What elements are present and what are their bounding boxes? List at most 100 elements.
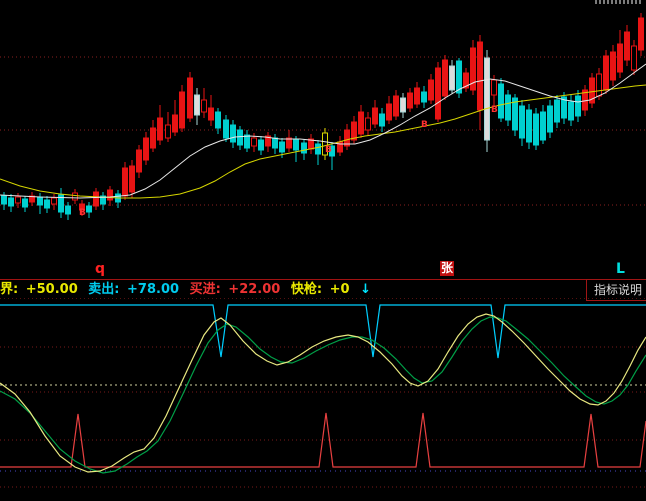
candle-body — [238, 130, 243, 145]
candle-body — [52, 198, 57, 204]
candle-body — [94, 192, 99, 206]
candle-body — [144, 138, 149, 160]
candle-body — [45, 200, 50, 208]
param-value: +78.00 — [127, 282, 179, 297]
candle-body — [394, 96, 399, 116]
candle-body — [66, 206, 71, 214]
param-label: 界: — [0, 282, 18, 297]
candle-body — [618, 44, 623, 72]
candle-body — [443, 60, 448, 96]
candle-body — [597, 74, 602, 96]
candle-body — [604, 56, 609, 90]
candle-body — [506, 95, 511, 120]
buy-signal-marker: B — [491, 105, 498, 115]
indicator-param-mid: 界: +50.00 — [0, 282, 81, 297]
candle-body — [294, 140, 299, 150]
candle-body — [352, 122, 357, 140]
candle-body — [359, 112, 364, 134]
candle-body — [158, 118, 163, 140]
indicator-chart[interactable] — [0, 298, 646, 501]
trading-terminal-window: B B B B q 张 L 界: +50.00 卖出: +78.00 买进: +22.… — [0, 0, 646, 501]
indicator-param-sell: 卖出: +78.00 — [88, 282, 182, 297]
candle-body — [188, 78, 193, 118]
param-value: +0 — [330, 282, 350, 297]
candle-body — [387, 104, 392, 120]
param-value: +50.00 — [26, 282, 78, 297]
candle-body — [569, 102, 574, 120]
candle-body — [224, 120, 229, 138]
candle-body — [485, 58, 490, 140]
candle-body — [23, 199, 28, 207]
candle-body — [38, 197, 43, 205]
candle-body — [450, 66, 455, 90]
fast-indicator-line — [0, 314, 646, 472]
axis-marker-q: q — [95, 262, 105, 277]
param-label: 快枪: — [291, 282, 322, 297]
candle-body — [373, 108, 378, 124]
candle-body — [231, 125, 236, 142]
candle-body — [436, 68, 441, 119]
candle-body — [534, 114, 539, 145]
candlestick-chart[interactable]: B B B B — [0, 0, 646, 250]
candle-body — [259, 140, 264, 150]
candle-body — [173, 115, 178, 132]
candle-body — [16, 197, 21, 203]
candle-body — [366, 118, 371, 130]
candle-body — [478, 42, 483, 110]
candle-body — [499, 84, 504, 118]
candle-body — [527, 110, 532, 142]
truncated-corner-text — [595, 0, 641, 4]
indicator-param-buy: 买进: +22.00 — [190, 282, 284, 297]
candle-body — [422, 92, 427, 102]
candle-body — [415, 88, 420, 104]
candle-body — [180, 92, 185, 128]
candle-body — [195, 95, 200, 115]
panel-separator-line — [0, 279, 646, 280]
candle-body — [401, 98, 406, 112]
candle-body — [541, 112, 546, 140]
buy-signal-marker: B — [421, 120, 428, 130]
candle-body — [130, 166, 135, 192]
candle-body — [316, 144, 321, 154]
candle-body — [280, 142, 285, 152]
candle-body — [209, 108, 214, 120]
candle-body — [273, 138, 278, 148]
candle-body — [9, 198, 14, 206]
candle-body — [216, 112, 221, 128]
indicator-header: 界: +50.00 卖出: +78.00 买进: +22.00 快枪: +0 ↓ — [0, 281, 584, 298]
axis-marker-zhang: 张 — [440, 261, 454, 276]
candle-body — [555, 100, 560, 122]
param-label: 卖出: — [88, 282, 119, 297]
candle-body — [108, 190, 113, 200]
indicator-param-fastgun: 快枪: +0 — [291, 282, 353, 297]
candle-body — [492, 80, 497, 95]
candle-body — [408, 93, 413, 108]
candle-body — [166, 125, 171, 138]
buy-signal-marker: B — [325, 145, 332, 155]
candle-body — [302, 143, 307, 153]
candle-body — [632, 46, 637, 70]
axis-marker-l: L — [616, 262, 625, 277]
candle-body — [151, 128, 156, 148]
candle-body — [73, 193, 78, 200]
candle-body — [252, 138, 257, 146]
candle-body — [548, 106, 553, 132]
candle-body — [202, 100, 207, 112]
candle-body — [429, 80, 434, 100]
candle-body — [87, 206, 92, 212]
axis-marker-row: q 张 L — [0, 260, 646, 278]
candle-body — [625, 32, 630, 60]
candle-body — [380, 114, 385, 126]
candle-body — [639, 18, 644, 50]
down-arrow-icon: ↓ — [360, 282, 371, 297]
slow-indicator-line — [0, 317, 646, 473]
candle-body — [245, 135, 250, 148]
sell-signal-line — [0, 305, 646, 358]
candle-body — [123, 168, 128, 196]
candle-body — [137, 150, 142, 172]
param-label: 买进: — [190, 282, 221, 297]
param-value: +22.00 — [228, 282, 280, 297]
candle-body — [611, 52, 616, 80]
candle-body — [2, 196, 7, 204]
buy-signal-marker: B — [79, 208, 86, 218]
